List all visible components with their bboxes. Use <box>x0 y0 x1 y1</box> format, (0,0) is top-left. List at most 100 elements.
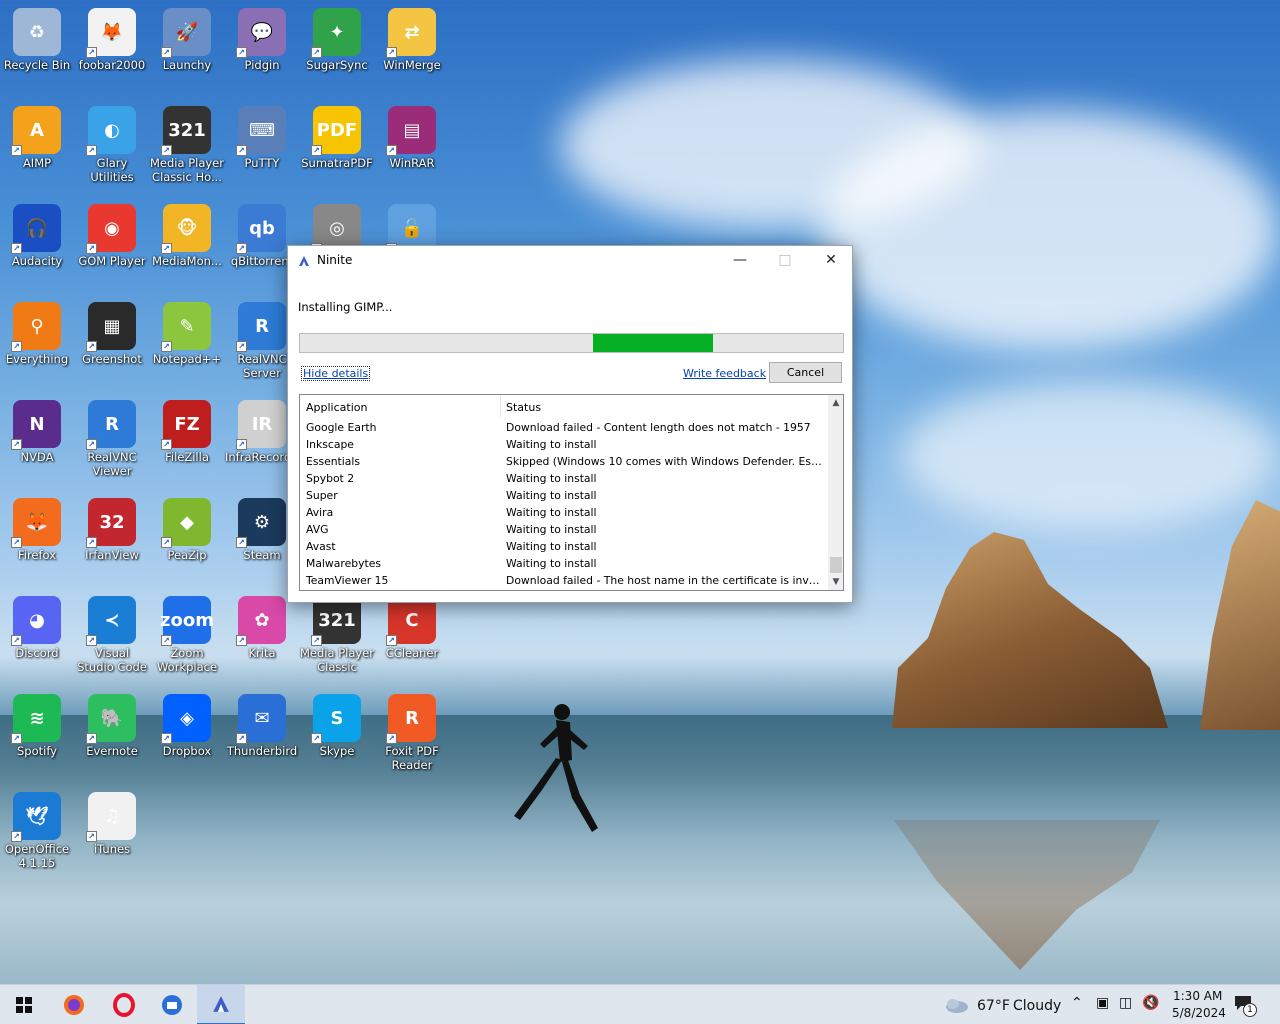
desktop-icon-aimp[interactable]: A ↗ AIMP <box>0 100 74 190</box>
icon-glyph: 🎧 <box>25 217 49 239</box>
app-status: Waiting to install <box>506 540 597 553</box>
recycle-bin-icon: ♻ <box>13 8 61 56</box>
desktop-icon-filezilla[interactable]: FZ ↗ FileZilla <box>150 394 224 484</box>
desktop-icon-label: Foxit PDF Reader <box>385 744 439 772</box>
shortcut-arrow-icon: ↗ <box>161 145 172 156</box>
scroll-thumb[interactable] <box>830 557 842 573</box>
desktop-icon-gom-player[interactable]: ◉ ↗ GOM Player <box>75 198 149 288</box>
write-feedback-link[interactable]: Write feedback <box>683 367 766 380</box>
clock-time[interactable]: 1:30 AM <box>1173 989 1222 1003</box>
desktop-icon-recycle-bin[interactable]: ♻ Recycle Bin <box>0 2 74 92</box>
desktop-icon-label: NVDA <box>20 450 54 464</box>
thunderbird-icon: ✉ ↗ <box>236 694 286 744</box>
taskbar-ninite[interactable] <box>197 985 245 1024</box>
icon-glyph: ◆ <box>180 511 194 533</box>
app-status-list[interactable]: Application Status Google Earth Download … <box>299 394 844 591</box>
list-item[interactable]: TeamViewer 15 Download failed - The host … <box>300 572 828 589</box>
desktop-icon-irfanview[interactable]: 32 ↗ IrfanView <box>75 492 149 582</box>
desktop-icon-mediamon[interactable]: 🐵 ↗ MediaMon... <box>150 198 224 288</box>
network-icon[interactable]: ◫ <box>1119 995 1132 1011</box>
desktop-icon-realvnc-viewer[interactable]: R ↗ RealVNC Viewer <box>75 394 149 484</box>
volume-muted-icon[interactable]: 🔇 <box>1142 995 1159 1011</box>
shortcut-arrow-icon: ↗ <box>386 733 397 744</box>
desktop-icon-foobar2000[interactable]: 🦊 ↗ foobar2000 <box>75 2 149 92</box>
list-item[interactable]: Super Waiting to install <box>300 487 828 504</box>
desktop-icon-dropbox[interactable]: ◈ ↗ Dropbox <box>150 688 224 778</box>
cloud <box>900 380 1280 530</box>
desktop-icon-foxit-pdf-reader[interactable]: R ↗ Foxit PDF Reader <box>375 688 449 778</box>
ninite-window[interactable]: Ninite — □ ✕ Installing GIMP... Hide det… <box>287 245 853 603</box>
desktop-icon-peazip[interactable]: ◆ ↗ PeaZip <box>150 492 224 582</box>
list-item[interactable]: Avira Waiting to install <box>300 504 828 521</box>
clock-date[interactable]: 5/8/2024 <box>1172 1006 1226 1020</box>
column-header-status[interactable]: Status <box>506 401 541 414</box>
desktop-icon-skype[interactable]: S ↗ Skype <box>300 688 374 778</box>
start-button[interactable] <box>0 985 48 1024</box>
weather-desc[interactable]: Cloudy <box>1013 998 1061 1014</box>
list-item[interactable]: Inkscape Waiting to install <box>300 436 828 453</box>
list-item[interactable]: Malwarebytes Waiting to install <box>300 555 828 572</box>
desktop-icon-launchy[interactable]: 🚀 ↗ Launchy <box>150 2 224 92</box>
desktop-icon-ccleaner[interactable]: C ↗ CCleaner <box>375 590 449 680</box>
realvnc-server-icon: R ↗ <box>236 302 286 352</box>
desktop-icon-zoom-workplace[interactable]: zoom ↗ Zoom Workplace <box>150 590 224 680</box>
desktop-icon-visual-studio-code[interactable]: ≺ ↗ Visual Studio Code <box>75 590 149 680</box>
desktop-icon-openoffice-4-1-15[interactable]: 🕊 ↗ OpenOffice 4.1.15 <box>0 786 74 876</box>
scroll-up-icon[interactable]: ▲ <box>828 395 843 411</box>
desktop-icon-pidgin[interactable]: 💬 ↗ Pidgin <box>225 2 299 92</box>
infrarecorder-icon: IR ↗ <box>236 400 286 450</box>
chevron-up-icon[interactable]: ⌃ <box>1071 995 1083 1011</box>
icon-glyph: ⇄ <box>404 21 420 43</box>
rock-formation-right <box>1200 500 1280 730</box>
list-item[interactable]: Spybot 2 Waiting to install <box>300 470 828 487</box>
desktop-icon-everything[interactable]: ⚲ ↗ Everything <box>0 296 74 386</box>
cloud-icon[interactable] <box>943 997 969 1013</box>
list-item[interactable]: Avast Waiting to install <box>300 538 828 555</box>
taskbar-opera[interactable] <box>100 985 148 1024</box>
desktop-icon-winmerge[interactable]: ⇄ ↗ WinMerge <box>375 2 449 92</box>
audacity-icon: 🎧 ↗ <box>11 204 61 254</box>
notification-center-button[interactable]: 1 <box>1234 995 1257 1017</box>
desktop-icon-krita[interactable]: ✿ ↗ Krita <box>225 590 299 680</box>
desktop-icon-firefox[interactable]: 🦊 ↗ Firefox <box>0 492 74 582</box>
device-icon[interactable]: ▣ <box>1096 995 1109 1011</box>
desktop-icon-media-player-classic-ho[interactable]: 321 ↗ Media Player Classic Ho... <box>150 100 224 190</box>
ninite-icon <box>213 996 229 1012</box>
desktop-icon-greenshot[interactable]: ▦ ↗ Greenshot <box>75 296 149 386</box>
desktop-icon-nvda[interactable]: N ↗ NVDA <box>0 394 74 484</box>
minimize-button[interactable]: — <box>722 250 758 272</box>
maximize-button[interactable]: □ <box>767 250 803 272</box>
cancel-button[interactable]: Cancel <box>769 362 842 383</box>
list-item[interactable]: Essentials Skipped (Windows 10 comes with… <box>300 453 828 470</box>
desktop-icon-spotify[interactable]: ≋ ↗ Spotify <box>0 688 74 778</box>
desktop-icon-sumatrapdf[interactable]: PDF ↗ SumatraPDF <box>300 100 374 190</box>
desktop-icon-evernote[interactable]: 🐘 ↗ Evernote <box>75 688 149 778</box>
winrar-icon: ▤ ↗ <box>386 106 436 156</box>
ninite-icon <box>299 256 309 266</box>
desktop-icon-notepad[interactable]: ✎ ↗ Notepad++ <box>150 296 224 386</box>
weather-temp[interactable]: 67°F <box>977 998 1010 1014</box>
taskbar-thunderbird[interactable] <box>148 985 196 1024</box>
hide-details-link[interactable]: Hide details <box>301 366 371 381</box>
list-item[interactable]: AVG Waiting to install <box>300 521 828 538</box>
desktop-icon-winrar[interactable]: ▤ ↗ WinRAR <box>375 100 449 190</box>
close-button[interactable]: ✕ <box>813 250 849 272</box>
desktop-icon-audacity[interactable]: 🎧 ↗ Audacity <box>0 198 74 288</box>
desktop-icon-glary-utilities[interactable]: ◐ ↗ Glary Utilities <box>75 100 149 190</box>
desktop-icon-itunes[interactable]: ♫ ↗ iTunes <box>75 786 149 876</box>
taskbar-firefox[interactable] <box>50 985 98 1024</box>
icon-glyph: 🐵 <box>176 217 198 239</box>
icon-glyph: ♻ <box>28 21 46 43</box>
desktop-icon-sugarsync[interactable]: ✦ ↗ SugarSync <box>300 2 374 92</box>
list-item[interactable]: Google Earth Download failed - Content le… <box>300 419 828 436</box>
column-header-application[interactable]: Application <box>306 401 367 414</box>
app-name: TeamViewer 15 <box>306 574 389 587</box>
desktop-icon-discord[interactable]: ◕ ↗ Discord <box>0 590 74 680</box>
scroll-down-icon[interactable]: ▼ <box>828 574 843 590</box>
desktop-icon-thunderbird[interactable]: ✉ ↗ Thunderbird <box>225 688 299 778</box>
title-bar[interactable]: Ninite — □ ✕ <box>288 246 852 274</box>
desktop-icon-media-player-classic[interactable]: 321 ↗ Media Player Classic <box>300 590 374 680</box>
list-scrollbar[interactable]: ▲ ▼ <box>828 395 843 590</box>
desktop-icon-putty[interactable]: ⌨ ↗ PuTTY <box>225 100 299 190</box>
zoom-icon: zoom ↗ <box>160 596 214 646</box>
